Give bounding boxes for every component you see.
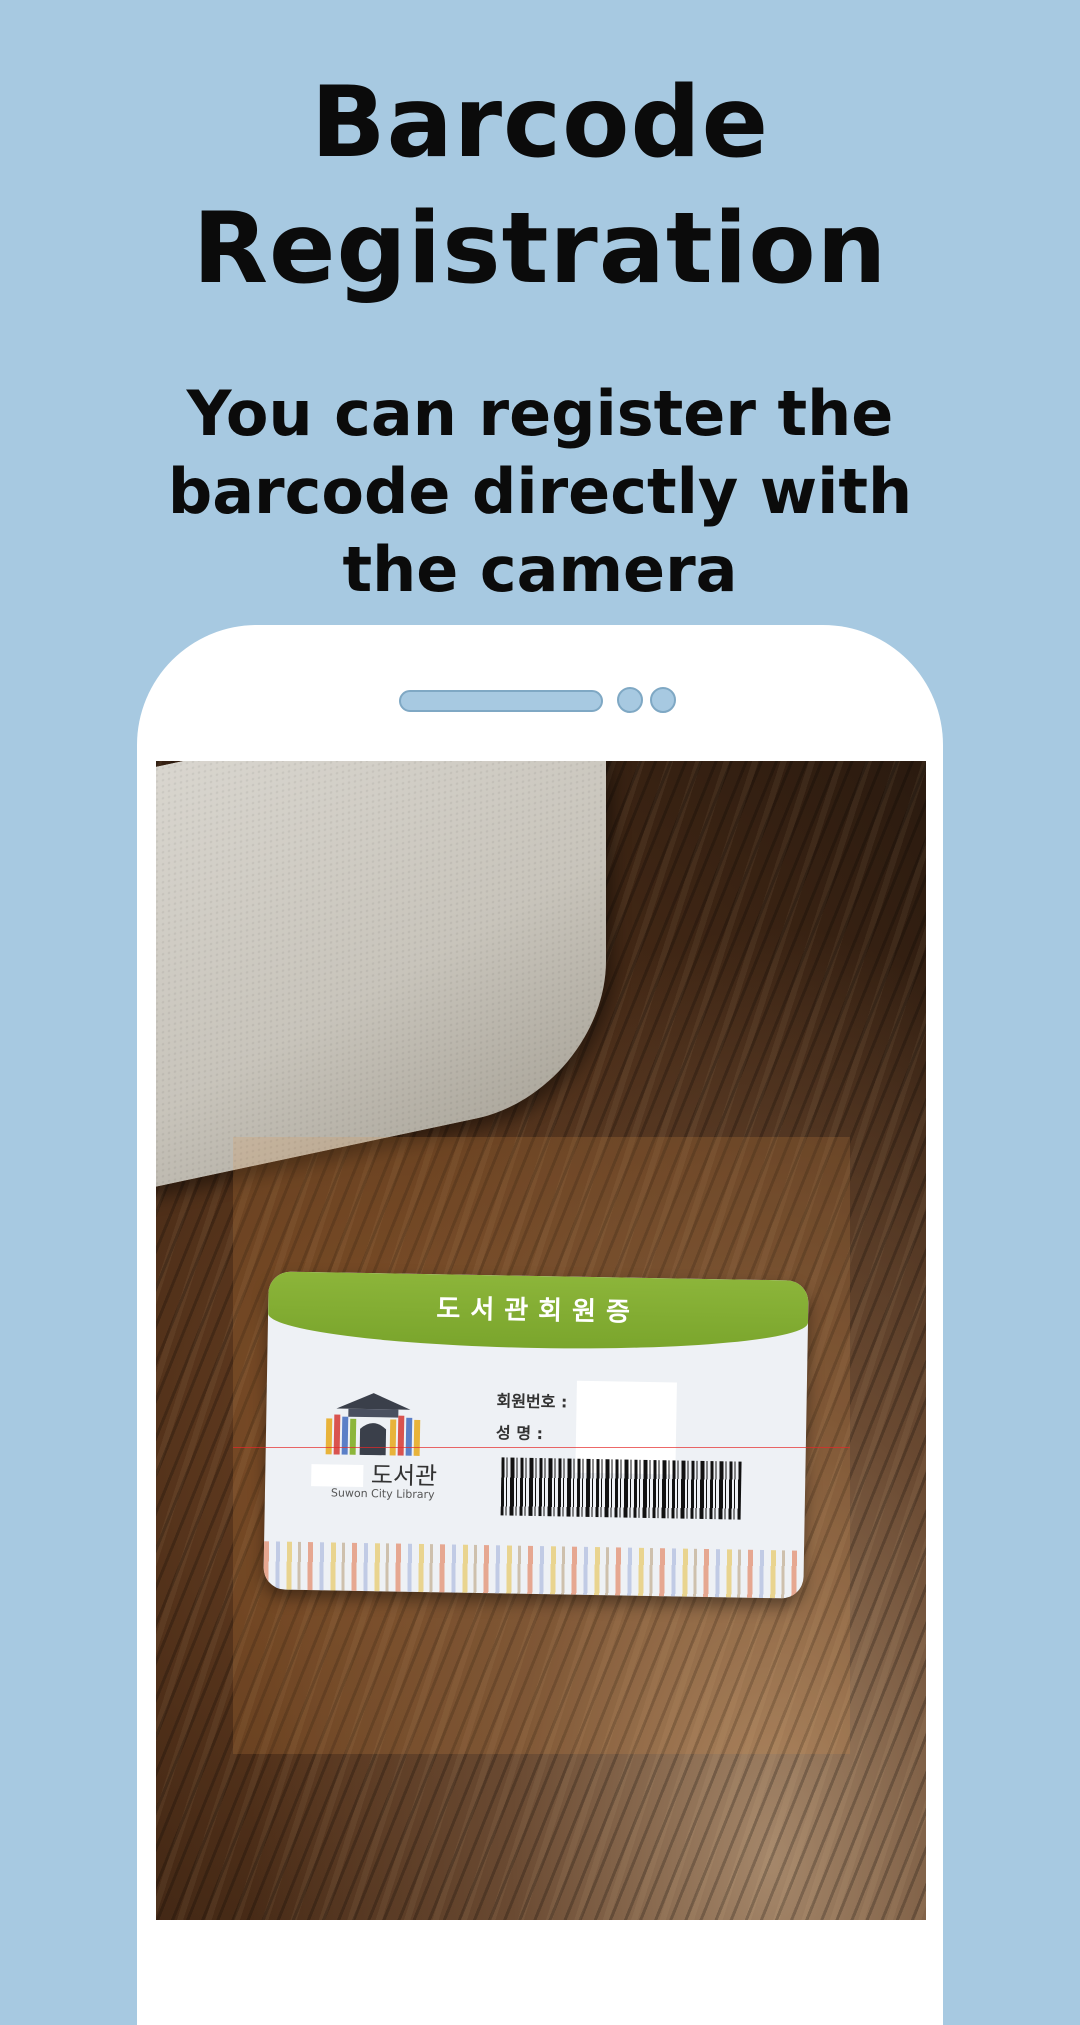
phone-sensor-dot — [617, 687, 643, 713]
subtitle: You can register the barcode directly wi… — [140, 375, 940, 609]
library-logo-icon — [325, 1393, 421, 1456]
subtitle-line-2: barcode directly with — [167, 455, 913, 528]
phone-camera-dot — [650, 687, 676, 713]
card-book-pattern — [263, 1541, 805, 1599]
headline-line-2: Registration — [192, 192, 888, 306]
camera-preview: 도서관회원증 도서관 Suwon City Library 회원번호 : 성 명… — [156, 761, 926, 1920]
headline: Barcode Registration — [0, 60, 1080, 312]
library-card: 도서관회원증 도서관 Suwon City Library 회원번호 : 성 명… — [263, 1271, 809, 1599]
headline-line-1: Barcode — [310, 66, 770, 180]
redaction-block — [311, 1464, 364, 1487]
phone-speaker — [399, 690, 603, 712]
scan-line — [233, 1447, 850, 1448]
library-name-text: 도서관 — [370, 1461, 438, 1491]
barcode — [500, 1457, 742, 1520]
subtitle-line-1: You can register the — [186, 377, 894, 450]
subtitle-line-3: the camera — [342, 533, 738, 606]
pouch-object — [156, 761, 606, 1191]
member-number-label: 회원번호 : — [496, 1391, 568, 1412]
library-subtitle: Suwon City Library — [330, 1486, 435, 1502]
member-name-label: 성 명 : — [495, 1423, 544, 1444]
